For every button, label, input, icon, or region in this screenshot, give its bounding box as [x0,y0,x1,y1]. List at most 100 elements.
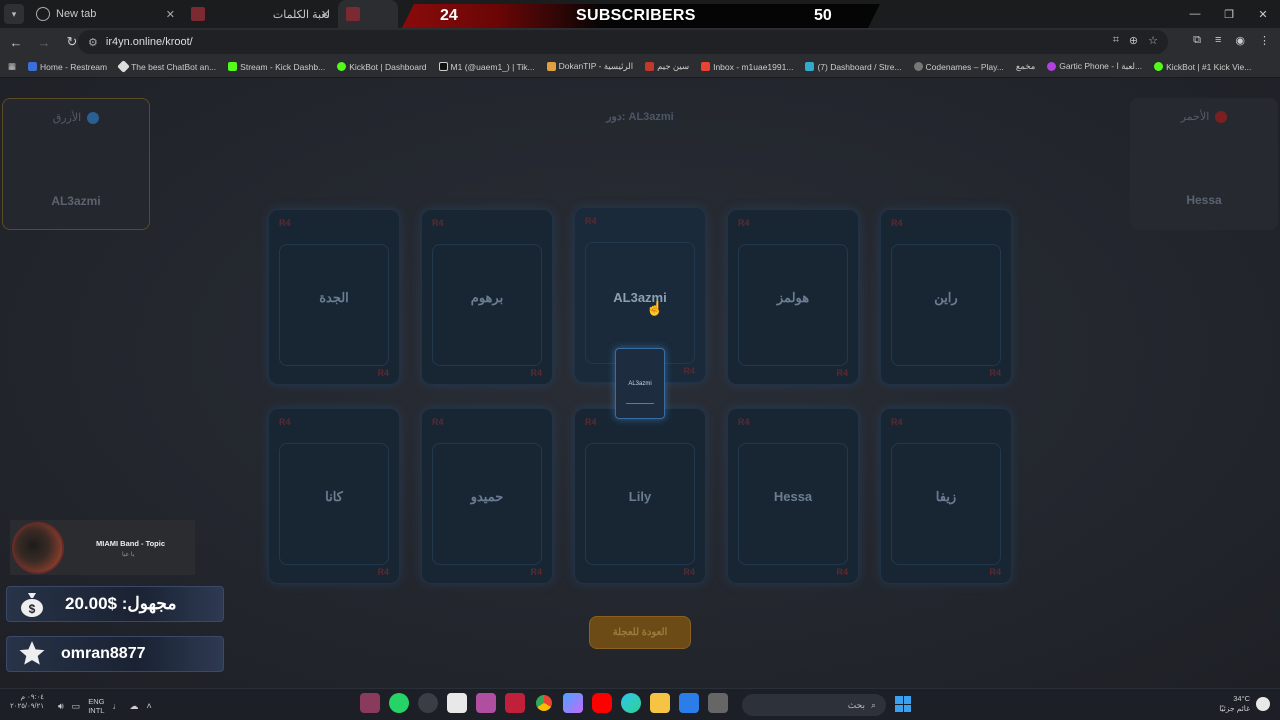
now-playing-subtitle: يا عيا [122,552,135,558]
back-arrow-icon[interactable]: ← [4,30,28,54]
language-indicator[interactable]: ENG INTL [88,697,104,715]
close-icon[interactable]: ✕ [166,8,175,21]
back-to-wheel-button[interactable]: العودة للعجلة [589,616,691,649]
bookmark-item[interactable]: DokanTIP - الرئيسية [546,61,633,72]
forward-arrow-icon[interactable]: → [32,30,56,54]
chrome-icon[interactable] [534,693,554,713]
word-card[interactable]: R4 هولمز R4 [727,209,859,385]
blue-team-dot [87,111,100,124]
word-card[interactable]: R4 Lily R4 [574,408,706,584]
money-bag-icon: $ [17,589,47,619]
translate-icon[interactable]: ⌗ [1113,34,1119,47]
bookmark-item[interactable]: Inbox - m1uae1991... [701,62,793,72]
chevron-up-icon[interactable]: ˄ [146,701,151,711]
tab-active[interactable] [338,0,398,28]
bookmarks-bar: ▦ Home - Restream The best ChatBot an...… [0,56,1280,78]
card-logo: R4 [585,216,597,226]
taskbar-search[interactable]: بحث ⌕ [742,694,886,716]
youtube-icon[interactable] [592,693,612,713]
card-word: حميدو [470,489,504,504]
pinned-apps [360,693,728,713]
apps-grid-icon[interactable]: ▦ [8,61,16,72]
card-logo: R4 [891,417,903,427]
network-icon[interactable]: ▭ [72,701,81,712]
word-card[interactable]: R4 حميدو R4 [421,408,553,584]
card-logo: R4 [530,567,542,577]
close-window-icon[interactable]: ✕ [1246,0,1280,28]
word-card[interactable]: R4 زيفا R4 [880,408,1012,584]
tab-new-tab[interactable]: New tab ✕ [28,0,183,28]
card-word: AL3azmi [613,290,667,305]
card-word: زيفا [935,489,957,504]
tab-label: New tab [56,8,97,20]
microphone-icon[interactable]: ♩ [112,701,121,711]
menu-icon[interactable]: ⋮ [1259,34,1270,47]
site-info-icon[interactable]: ⚙ [88,36,98,49]
tab-word-game[interactable]: لعبة الكلمات ✕ [183,0,338,28]
bookmark-item[interactable]: Home - Restream [28,62,107,72]
profile-icon[interactable]: ◉ [1235,34,1245,47]
word-card[interactable]: R4 راين R4 [880,209,1012,385]
bookmark-item[interactable]: مخمع [1016,61,1035,72]
whatsapp-icon[interactable] [389,693,409,713]
discord-icon[interactable] [476,693,496,713]
turn-indicator: دور: AL3azmi [606,111,674,123]
card-logo: R4 [683,567,695,577]
volume-icon[interactable]: 🔊︎ [58,701,64,712]
minimize-icon[interactable]: — [1178,0,1212,28]
blue-team-panel: الأزرق AL3azmi [2,98,150,230]
store-icon[interactable] [679,693,699,713]
bookmark-item[interactable]: Codenames – Play... [913,62,1004,72]
card-logo: R4 [683,366,695,376]
obs-icon[interactable] [418,693,438,713]
clock-time: ٠٩:٠٤ م [20,694,44,701]
voicemeeter-icon[interactable] [505,693,525,713]
card-word: Lily [628,489,652,504]
card-logo: R4 [432,417,444,427]
telegram-icon[interactable] [360,693,380,713]
cloud-icon[interactable]: ☁ [129,701,138,712]
windows-start-icon[interactable] [895,696,911,712]
bookmark-item[interactable]: M1 (@uaem1_) | Tik... [438,62,535,72]
donation-alert: $ مجهول: $20.00 [6,586,224,622]
donation-text: مجهول: $20.00 [65,594,177,613]
bookmark-item[interactable]: Stream - Kick Dashb... [228,62,325,72]
word-card[interactable]: R4 الجدة R4 [268,209,400,385]
bookmark-item[interactable]: (7) Dashboard / Stre... [805,62,902,72]
url-input[interactable]: ⚙ ir4yn.online/kroot/ ⌗ ⊕ ☆ [78,30,1168,54]
bookmark-item[interactable]: Gartic Phone - لعبة ا... [1047,61,1142,72]
blue-team-label: الأزرق [52,112,82,124]
zoom-icon[interactable]: ⊕ [1129,34,1138,47]
dragged-card[interactable]: AL3azmi [615,348,665,419]
app-icon[interactable] [447,693,467,713]
address-bar-row: ← → ↻ ⚙ ir4yn.online/kroot/ ⌗ ⊕ ☆ ⧉ ≡ ◉ … [0,28,1280,56]
card-logo: R4 [738,218,750,228]
edge-icon[interactable] [621,693,641,713]
file-explorer-icon[interactable] [650,693,670,713]
word-card[interactable]: R4 برهوم R4 [421,209,553,385]
subscriber-label: SUBSCRIBERS [576,7,696,24]
search-icon: ⌕ [870,699,876,710]
extensions-icon[interactable]: ⧉ [1193,34,1201,47]
card-logo: R4 [989,368,1001,378]
bookmark-item[interactable]: KickBot | #1 Kick Vie... [1154,62,1251,72]
bookmark-star-icon[interactable]: ☆ [1148,34,1158,47]
card-logo: R4 [432,218,444,228]
bookmark-item[interactable]: KickBot | Dashboard [337,62,427,72]
media-icon[interactable]: ≡ [1215,34,1221,47]
clock-date: ٢٠٢٥/٠٩/٢١ [10,703,44,710]
globe-icon [36,7,50,21]
word-card[interactable]: R4 كانا R4 [268,408,400,584]
card-logo: R4 [585,417,597,427]
app-icon[interactable] [708,693,728,713]
bookmark-item[interactable]: The best ChatBot an... [117,60,216,73]
bookmark-item[interactable]: سين جيم [645,61,689,72]
subscriber-overlay: 24 SUBSCRIBERS 50 [402,4,880,28]
weather-widget[interactable]: 34°C غائم جزئيًا [1219,694,1270,714]
restore-icon[interactable]: ❐ [1212,0,1246,28]
copilot-icon[interactable] [563,693,583,713]
tab-search-button[interactable]: ▾ [4,4,24,24]
red-team-label: الأحمر [1180,111,1210,123]
word-card[interactable]: R4 Hessa R4 [727,408,859,584]
close-icon[interactable]: ✕ [321,8,330,21]
